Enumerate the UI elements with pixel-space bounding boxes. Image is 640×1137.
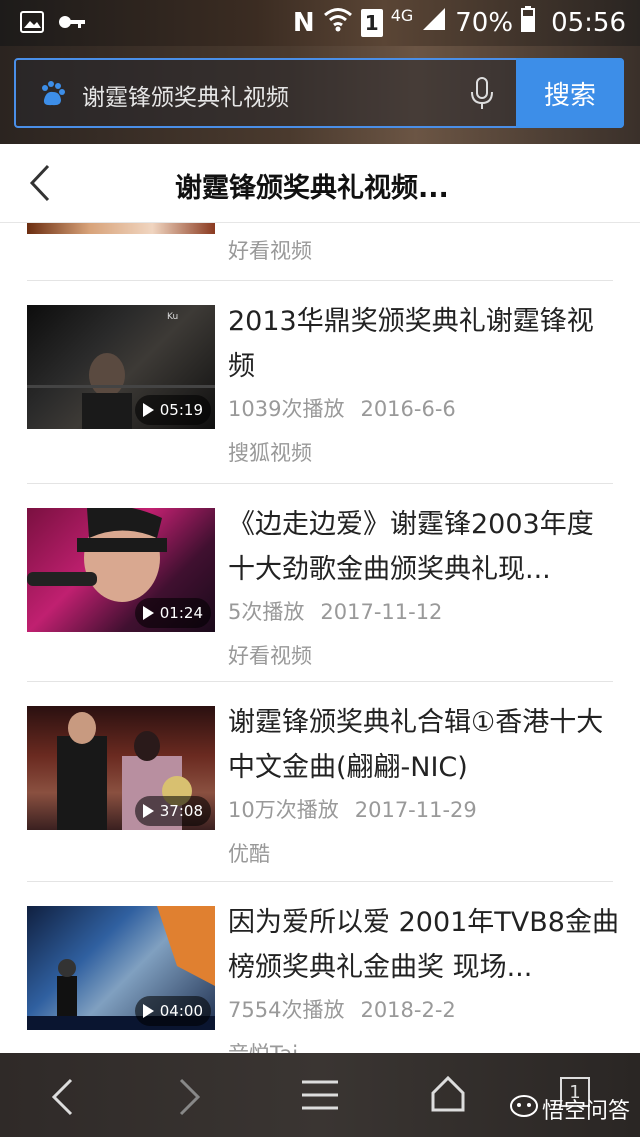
search-box[interactable]: 谢霆锋颁奖典礼视频 搜索 [14, 58, 624, 128]
search-button[interactable]: 搜索 [516, 58, 624, 128]
video-title[interactable]: 《边走边爱》谢霆锋2003年度十大劲歌金曲颁奖典礼现... [228, 502, 620, 592]
watermark: 悟空问答 [509, 1093, 630, 1125]
watermark-text: 悟空问答 [541, 1099, 630, 1124]
video-date: 2018-2-2 [360, 998, 456, 1022]
video-source: 好看视频 [228, 644, 312, 668]
play-count: 5次播放 [228, 600, 305, 624]
list-item[interactable]: 01:24 《边走边爱》谢霆锋2003年度十大劲歌金曲颁奖典礼现... 5次播放… [0, 484, 640, 682]
video-thumbnail[interactable]: 04:00 [27, 906, 215, 1030]
status-bar: N 1 4G 70% 05:56 [0, 0, 640, 46]
bottom-nav: 1 悟空问答 [0, 1053, 640, 1137]
search-bar: 谢霆锋颁奖典礼视频 搜索 [0, 46, 640, 144]
video-meta: 10万次播放 2017-11-29 [228, 794, 477, 824]
wukong-logo-icon [509, 1094, 538, 1124]
list-item[interactable]: 37:08 谢霆锋颁奖典礼合辑①香港十大中文金曲(翩翩-NIC) 10万次播放 2… [0, 682, 640, 880]
duration-label: 37:08 [159, 802, 203, 820]
video-duration: 01:24 [134, 598, 211, 628]
play-icon [142, 804, 154, 818]
video-date: 2017-11-12 [320, 600, 443, 624]
video-title[interactable]: 因为爱所以爱 2001年TVB8金曲榜颁奖典礼金曲奖 现场... [228, 900, 620, 990]
menu-icon[interactable] [302, 1079, 338, 1115]
video-thumbnail[interactable]: 01:24 [27, 508, 215, 632]
video-source: 搜狐视频 [228, 441, 312, 465]
wifi-icon [323, 6, 353, 39]
video-source: 音悦Tai [228, 1038, 298, 1053]
search-input[interactable]: 谢霆锋颁奖典礼视频 [82, 78, 289, 112]
back-chevron-icon[interactable] [28, 164, 52, 202]
duration-label: 01:24 [159, 604, 203, 622]
video-thumbnail[interactable]: Ku 05:19 [27, 305, 215, 429]
microphone-icon[interactable] [468, 76, 496, 112]
video-duration: 37:08 [134, 796, 211, 826]
signal-icon [421, 6, 447, 39]
play-count: 10万次播放 [228, 798, 339, 822]
video-meta: 7554次播放 2018-2-2 [228, 994, 456, 1024]
play-icon [142, 1004, 154, 1018]
video-duration: 05:19 [134, 395, 211, 425]
video-meta: 5次播放 2017-11-12 [228, 596, 442, 626]
nfc-icon: N [292, 7, 315, 38]
image-icon [20, 11, 44, 37]
video-title[interactable]: 2013华鼎奖颁奖典礼谢霆锋视频 [228, 299, 620, 389]
sim-icon: 1 [360, 8, 383, 37]
clock: 05:56 [551, 7, 626, 38]
svg-text:Ku: Ku [167, 312, 178, 322]
play-count: 1039次播放 [228, 397, 345, 421]
duration-label: 05:19 [159, 401, 203, 419]
video-thumbnail[interactable] [27, 223, 215, 234]
video-thumbnail[interactable]: 37:08 [27, 706, 215, 830]
video-date: 2017-11-29 [354, 798, 477, 822]
play-icon [142, 403, 154, 417]
home-icon[interactable] [430, 1075, 466, 1117]
battery-icon [521, 6, 536, 39]
battery-percent: 70% [455, 7, 514, 38]
key-icon [58, 13, 86, 35]
play-icon [142, 606, 154, 620]
page-title: 谢霆锋颁奖典礼视频... [175, 173, 449, 204]
video-source: 优酷 [228, 842, 270, 866]
play-count: 7554次播放 [228, 998, 345, 1022]
forward-icon[interactable] [178, 1077, 202, 1121]
video-duration: 04:00 [134, 996, 211, 1026]
video-source: 好看视频 [228, 239, 312, 263]
list-item[interactable]: Ku 05:19 2013华鼎奖颁奖典礼谢霆锋视频 1039次播放 2016-6-… [0, 281, 640, 479]
back-icon[interactable] [50, 1077, 74, 1121]
list-item[interactable]: 04:00 因为爱所以爱 2001年TVB8金曲榜颁奖典礼金曲奖 现场... 7… [0, 882, 640, 1053]
video-meta: 1039次播放 2016-6-6 [228, 393, 456, 423]
duration-label: 04:00 [159, 1002, 203, 1020]
video-list: 好看视频 Ku 05:19 2013华鼎奖颁奖典礼谢霆锋视频 1039次播放 20… [0, 223, 640, 1053]
page-header: 谢霆锋颁奖典礼视频... [0, 144, 640, 223]
video-title[interactable]: 谢霆锋颁奖典礼合辑①香港十大中文金曲(翩翩-NIC) [228, 700, 620, 790]
video-date: 2016-6-6 [360, 397, 456, 421]
network-type: 4G [390, 6, 414, 25]
baidu-paw-icon [38, 80, 66, 108]
